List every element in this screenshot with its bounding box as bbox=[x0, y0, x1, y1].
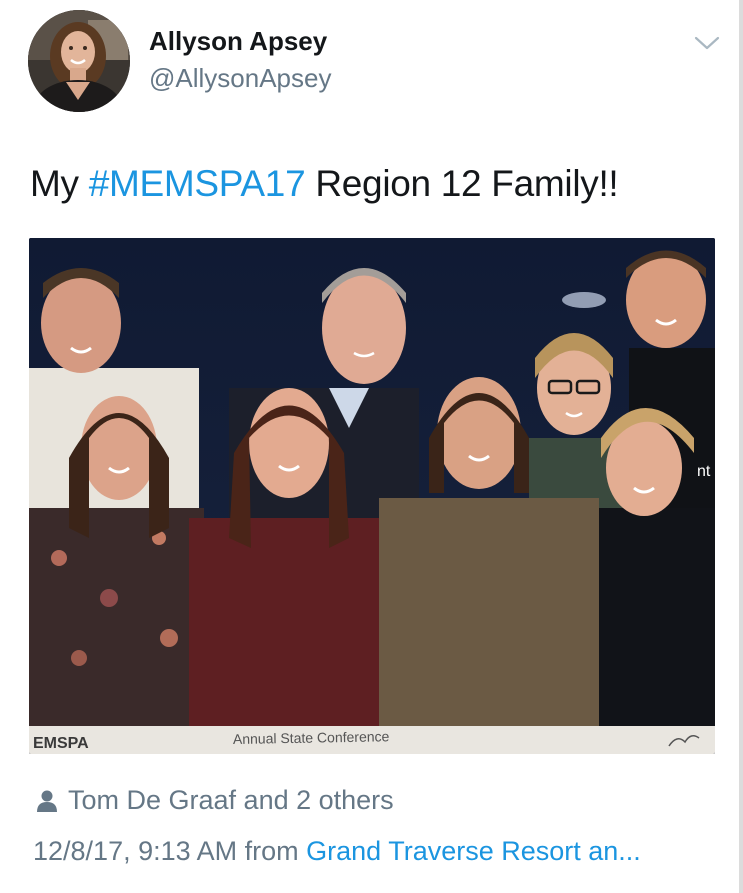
source-link[interactable]: Grand Traverse Resort an... bbox=[306, 836, 641, 866]
banner-middle-text: Annual State Conference bbox=[233, 728, 390, 747]
tweet: Allyson Apsey @AllysonApsey My #MEMSPA17… bbox=[0, 0, 743, 893]
tweet-text: My #MEMSPA17 Region 12 Family!! bbox=[30, 163, 619, 205]
tweet-text-end: Region 12 Family!! bbox=[305, 163, 619, 204]
author-avatar[interactable] bbox=[28, 10, 130, 112]
hashtag-link[interactable]: #MEMSPA17 bbox=[89, 163, 306, 204]
banner-left-text: EMSPA bbox=[33, 735, 89, 752]
timestamp: 12/8/17, 9:13 AM from bbox=[33, 836, 307, 866]
person-icon bbox=[37, 790, 57, 812]
tweet-photo[interactable]: nt EMSPA Annual State Conference bbox=[29, 238, 715, 754]
tweet-meta: 12/8/17, 9:13 AM from Grand Traverse Res… bbox=[33, 836, 641, 867]
tweet-text-start: My bbox=[30, 163, 89, 204]
jacket-text: nt bbox=[697, 463, 711, 480]
author-handle[interactable]: @AllysonApsey bbox=[149, 63, 331, 94]
likes-row[interactable]: Tom De Graaf and 2 others bbox=[36, 785, 394, 816]
chevron-down-icon[interactable] bbox=[690, 28, 724, 58]
likes-text: Tom De Graaf and 2 others bbox=[68, 785, 394, 815]
author-name[interactable]: Allyson Apsey bbox=[149, 26, 327, 57]
scrollbar[interactable] bbox=[739, 0, 743, 893]
